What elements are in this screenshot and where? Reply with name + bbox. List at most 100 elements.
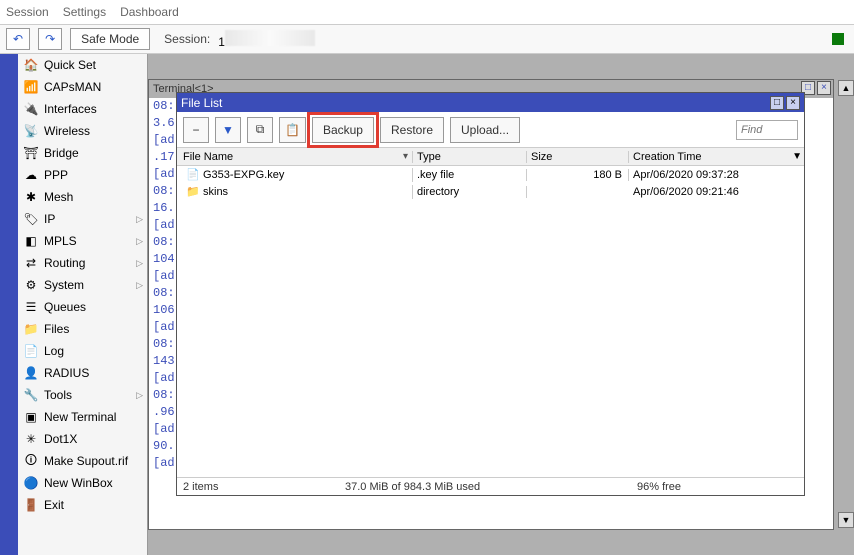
sidebar-item-label: Quick Set (44, 58, 96, 72)
sidebar-item-label: Dot1X (44, 432, 77, 446)
sidebar-item-label: MPLS (44, 234, 77, 248)
sidebar-item-log[interactable]: 📄Log (18, 340, 147, 362)
terminal-close-button[interactable]: × (817, 81, 831, 95)
backup-button[interactable]: Backup (312, 117, 374, 143)
sidebar-item-exit[interactable]: 🚪Exit (18, 494, 147, 516)
queues-icon: ☰ (23, 299, 39, 315)
sidebar-item-make-supout-rif[interactable]: 🛈 Make Supout.rif (18, 450, 147, 472)
menubar: Session Settings Dashboard (0, 0, 854, 24)
file-list-body: 📄G353-EXPG.key.key file180 BApr/06/2020 … (177, 166, 804, 477)
header-dropdown-icon[interactable]: ▼ (792, 151, 802, 162)
interfaces-icon: 🔌 (23, 101, 39, 117)
quickset-icon: 🏠 (23, 57, 39, 73)
terminal-icon: ▣ (23, 409, 39, 425)
chevron-right-icon: ▷ (136, 214, 143, 225)
undo-icon: ↶ (13, 32, 23, 46)
sidebar-item-label: Queues (44, 300, 86, 314)
sidebar-item-label: Tools (44, 388, 72, 402)
sidebar-item-interfaces[interactable]: 🔌 Interfaces (18, 98, 147, 120)
scroll-up-button[interactable]: ▲ (838, 80, 854, 96)
filelist-min-button[interactable]: □ (770, 96, 784, 110)
sidebar-item-mesh[interactable]: ✱Mesh (18, 186, 147, 208)
sidebar-item-routing[interactable]: ⇄Routing▷ (18, 252, 147, 274)
bridge-icon: ⛩ (23, 145, 39, 161)
sidebar-item-label: Make Supout.rif (44, 454, 128, 468)
sidebar-item-label: Exit (44, 498, 64, 512)
redo-icon: ↷ (45, 32, 55, 46)
sidebar-item-files[interactable]: 📁Files (18, 318, 147, 340)
sidebar-item-label: Interfaces (44, 102, 97, 116)
sidebar-item-label: Files (44, 322, 69, 336)
content-scrollbar[interactable]: ▲ ▼ (838, 80, 854, 528)
paste-icon: 📋 (285, 123, 300, 137)
file-list-header: File Name▾ Type Size Creation Time▼ (177, 148, 804, 166)
product-tag: uterOS WinBox (0, 54, 18, 555)
sidebar-item-label: New WinBox (44, 476, 113, 490)
sidebar-item-ppp[interactable]: ☁ PPP (18, 164, 147, 186)
file-list-titlebar[interactable]: File List □ × (177, 93, 804, 112)
filter-button[interactable]: ▼ (215, 117, 241, 143)
sidebar-item-quick-set[interactable]: 🏠 Quick Set (18, 54, 147, 76)
menu-settings[interactable]: Settings (63, 5, 106, 19)
status-count: 2 items (177, 481, 345, 493)
dot1x-icon: ✳ (23, 431, 39, 447)
sidebar-item-label: CAPsMAN (44, 80, 101, 94)
find-input[interactable] (736, 120, 798, 140)
filelist-close-button[interactable]: × (786, 96, 800, 110)
file-list-window[interactable]: File List □ × − ▼ ⧉ 📋 Backup Restore Upl… (176, 92, 805, 496)
sidebar-item-new-terminal[interactable]: ▣ New Terminal (18, 406, 147, 428)
sidebar-item-capsman[interactable]: 📶CAPsMAN (18, 76, 147, 98)
sidebar-item-ip[interactable]: 🏷 IP ▷ (18, 208, 147, 230)
ppp-icon: ☁ (23, 167, 39, 183)
menu-dashboard[interactable]: Dashboard (120, 5, 179, 19)
restore-button[interactable]: Restore (380, 117, 444, 143)
system-icon: ⚙ (23, 277, 39, 293)
radius-icon: 👤 (23, 365, 39, 381)
sidebar-item-label: New Terminal (44, 410, 116, 424)
file-time: Apr/06/2020 09:37:28 (629, 169, 804, 181)
sidebar-item-label: Bridge (44, 146, 79, 160)
sidebar-item-queues[interactable]: ☰ Queues (18, 296, 147, 318)
toolbar: ↶ ↷ Safe Mode Session: 1 (0, 24, 854, 54)
sidebar-item-label: PPP (44, 168, 68, 182)
sidebar-item-label: IP (44, 212, 55, 226)
col-time-header[interactable]: Creation Time▼ (629, 151, 804, 163)
table-row[interactable]: 📁skinsdirectoryApr/06/2020 09:21:46 (177, 183, 804, 200)
col-name-header[interactable]: File Name▾ (177, 151, 413, 163)
file-name: skins (203, 186, 228, 198)
sidebar-item-dot1x[interactable]: ✳ Dot1X (18, 428, 147, 450)
remove-button[interactable]: − (183, 117, 209, 143)
sidebar-item-system[interactable]: ⚙System▷ (18, 274, 147, 296)
col-size-header[interactable]: Size (527, 151, 629, 163)
paste-button[interactable]: 📋 (279, 117, 306, 143)
sidebar-item-bridge[interactable]: ⛩ Bridge (18, 142, 147, 164)
file-type: directory (413, 186, 527, 198)
sidebar-item-new-winbox[interactable]: 🔵 New WinBox (18, 472, 147, 494)
table-row[interactable]: 📄G353-EXPG.key.key file180 BApr/06/2020 … (177, 166, 804, 183)
copy-button[interactable]: ⧉ (247, 117, 273, 143)
safe-mode-button[interactable]: Safe Mode (70, 28, 150, 50)
sidebar-item-label: Mesh (44, 190, 73, 204)
wireless-icon: 📡 (23, 123, 39, 139)
sidebar-item-radius[interactable]: 👤RADIUS (18, 362, 147, 384)
copy-icon: ⧉ (256, 122, 265, 137)
menu-session[interactable]: Session (6, 5, 49, 19)
routing-icon: ⇄ (23, 255, 39, 271)
redo-button[interactable]: ↷ (38, 28, 62, 50)
ip-icon: 🏷 (23, 211, 39, 227)
undo-button[interactable]: ↶ (6, 28, 30, 50)
scroll-down-button[interactable]: ▼ (838, 512, 854, 528)
content-area: Terminal<1> □ × 08:3.6[ad.17[ad08:16.[ad… (148, 54, 854, 555)
sidebar-item-label: Log (44, 344, 64, 358)
mpls-icon: ◧ (23, 233, 39, 249)
winbox-icon: 🔵 (23, 475, 39, 491)
chevron-right-icon: ▷ (136, 236, 143, 247)
chevron-right-icon: ▷ (136, 258, 143, 269)
sidebar-item-tools[interactable]: 🔧Tools▷ (18, 384, 147, 406)
sidebar-item-mpls[interactable]: ◧ MPLS ▷ (18, 230, 147, 252)
upload-button[interactable]: Upload... (450, 117, 520, 143)
col-type-header[interactable]: Type (413, 151, 527, 163)
folder-icon: 📁 (186, 185, 200, 199)
supout-icon: 🛈 (23, 453, 39, 469)
sidebar-item-wireless[interactable]: 📡Wireless (18, 120, 147, 142)
